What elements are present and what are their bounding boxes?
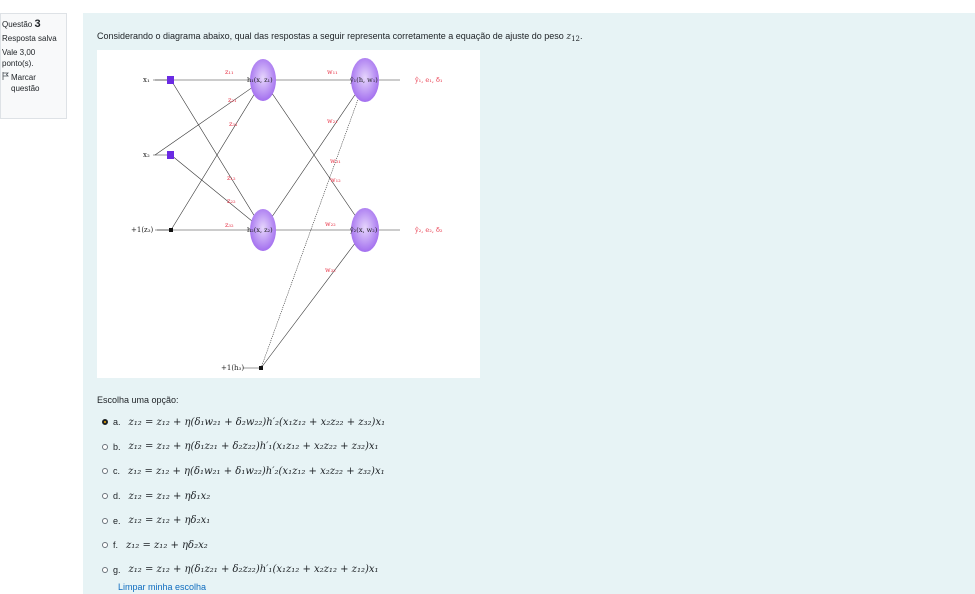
question-status: Resposta salva (2, 34, 57, 43)
option-e[interactable]: e. z₁₂ = z₁₂ + ηδ₂x₁ (102, 508, 385, 533)
output-label-y1: ŷ₁(h, w₁) (349, 76, 378, 84)
radio-e[interactable] (102, 517, 108, 524)
option-f-equation: z₁₂ = z₁₂ + ηδ₂x₂ (126, 539, 208, 551)
input-node-x1 (167, 76, 174, 84)
radio-d[interactable] (102, 493, 108, 500)
option-a[interactable]: a. z₁₂ = z₁₂ + η(δ₁w₂₁ + δ₂w₂₂)h′₂(x₁z₁₂ … (102, 410, 385, 435)
option-d-equation: z₁₂ = z₁₂ + ηδ₁x₂ (128, 490, 211, 502)
hidden-label-h2: h₂(x, z₂) (247, 226, 273, 234)
weight-w22: w₂₂ (325, 220, 336, 228)
weight-z22: z₂₂ (227, 197, 236, 205)
answer-options: a. z₁₂ = z₁₂ + η(δ₁w₂₁ + δ₂w₂₂)h′₂(x₁z₁₂ … (102, 410, 385, 582)
radio-b[interactable] (102, 443, 108, 450)
flag-question-label: Marcar questão (11, 73, 40, 93)
input-label-z3: +1(z₃) (131, 226, 154, 234)
input-label-h3: +1(h₃) (221, 364, 244, 372)
option-d[interactable]: d. z₁₂ = z₁₂ + ηδ₁x₂ (102, 484, 385, 509)
question-text: Considerando o diagrama abaixo, qual das… (97, 31, 583, 43)
option-c[interactable]: c. z₁₂ = z₁₂ + η(δ₁w₂₁ + δ₁w₂₂)h′₂(x₁z₁₂ … (102, 459, 385, 484)
hidden-label-h1: h₁(x, z₁) (247, 76, 273, 84)
radio-c[interactable] (102, 468, 108, 475)
weight-w12: w₁₂ (330, 176, 341, 184)
radio-a[interactable] (102, 419, 108, 426)
question-number: Questão 3 (2, 18, 41, 30)
weight-w31: w₃₁ (330, 157, 341, 165)
input-label-x1: x₁ (143, 76, 150, 84)
options-prompt: Escolha uma opção: (97, 395, 179, 405)
radio-f[interactable] (102, 542, 108, 549)
question-grade: Vale 3,00 ponto(s). (2, 48, 36, 68)
output-label-y2: ŷ₂(x, w₂) (349, 226, 378, 234)
bias-node-z3 (169, 228, 173, 232)
input-node-x2 (167, 151, 174, 159)
flag-icon (2, 72, 9, 94)
clear-choice-link[interactable]: Limpar minha escolha (118, 582, 206, 592)
option-f[interactable]: f. z₁₂ = z₁₂ + ηδ₂x₂ (102, 533, 385, 558)
option-g-equation: z₁₂ = z₁₂ + η(δ₁z₂₁ + δ₂z₂₂)h′₁(x₁z₁₂ + … (128, 564, 379, 576)
weight-w32: w₃₂ (325, 266, 336, 274)
weight-z31: z₃₁ (229, 120, 238, 128)
option-g[interactable]: g. z₁₂ = z₁₂ + η(δ₁z₂₁ + δ₂z₂₂)h′₁(x₁z₁₂ … (102, 558, 385, 583)
weight-z21: z₂₁ (228, 96, 237, 104)
weight-z11: z₁₁ (225, 68, 234, 76)
weight-w11: w₁₁ (327, 68, 338, 76)
question-content: Considerando o diagrama abaixo, qual das… (83, 13, 975, 594)
weight-z32: z₃₂ (225, 221, 234, 229)
option-b-equation: z₁₂ = z₁₂ + η(δ₁z₂₁ + δ₂z₂₂)h′₁(x₁z₁₂ + … (128, 441, 379, 453)
neural-network-diagram: x₁ x₂ +1(z₃) +1(h₃) h₁(x, z₁) h₂(x, z₂) … (97, 50, 480, 378)
bias-node-h3 (259, 366, 263, 370)
output-annotation-2: ŷ₂, e₂, δ₂ (414, 226, 443, 234)
question-info-panel: Questão 3 Resposta salva Vale 3,00 ponto… (0, 13, 67, 119)
output-annotation-1: ŷ₁, e₁, δ₁ (414, 76, 443, 84)
radio-g[interactable] (102, 566, 108, 573)
input-label-x2: x₂ (143, 151, 150, 159)
weight-z12: z₁₂ (227, 174, 236, 182)
option-e-equation: z₁₂ = z₁₂ + ηδ₂x₁ (128, 515, 211, 527)
option-c-equation: z₁₂ = z₁₂ + η(δ₁w₂₁ + δ₁w₂₂)h′₂(x₁z₁₂ + … (128, 465, 385, 477)
flag-question-button[interactable]: Marcar questão (2, 72, 65, 94)
option-a-equation: z₁₂ = z₁₂ + η(δ₁w₂₁ + δ₂w₂₂)h′₂(x₁z₁₂ + … (128, 416, 386, 428)
weight-w21: w₂₁ (327, 117, 338, 125)
option-b[interactable]: b. z₁₂ = z₁₂ + η(δ₁z₂₁ + δ₂z₂₂)h′₁(x₁z₁₂ … (102, 435, 385, 460)
